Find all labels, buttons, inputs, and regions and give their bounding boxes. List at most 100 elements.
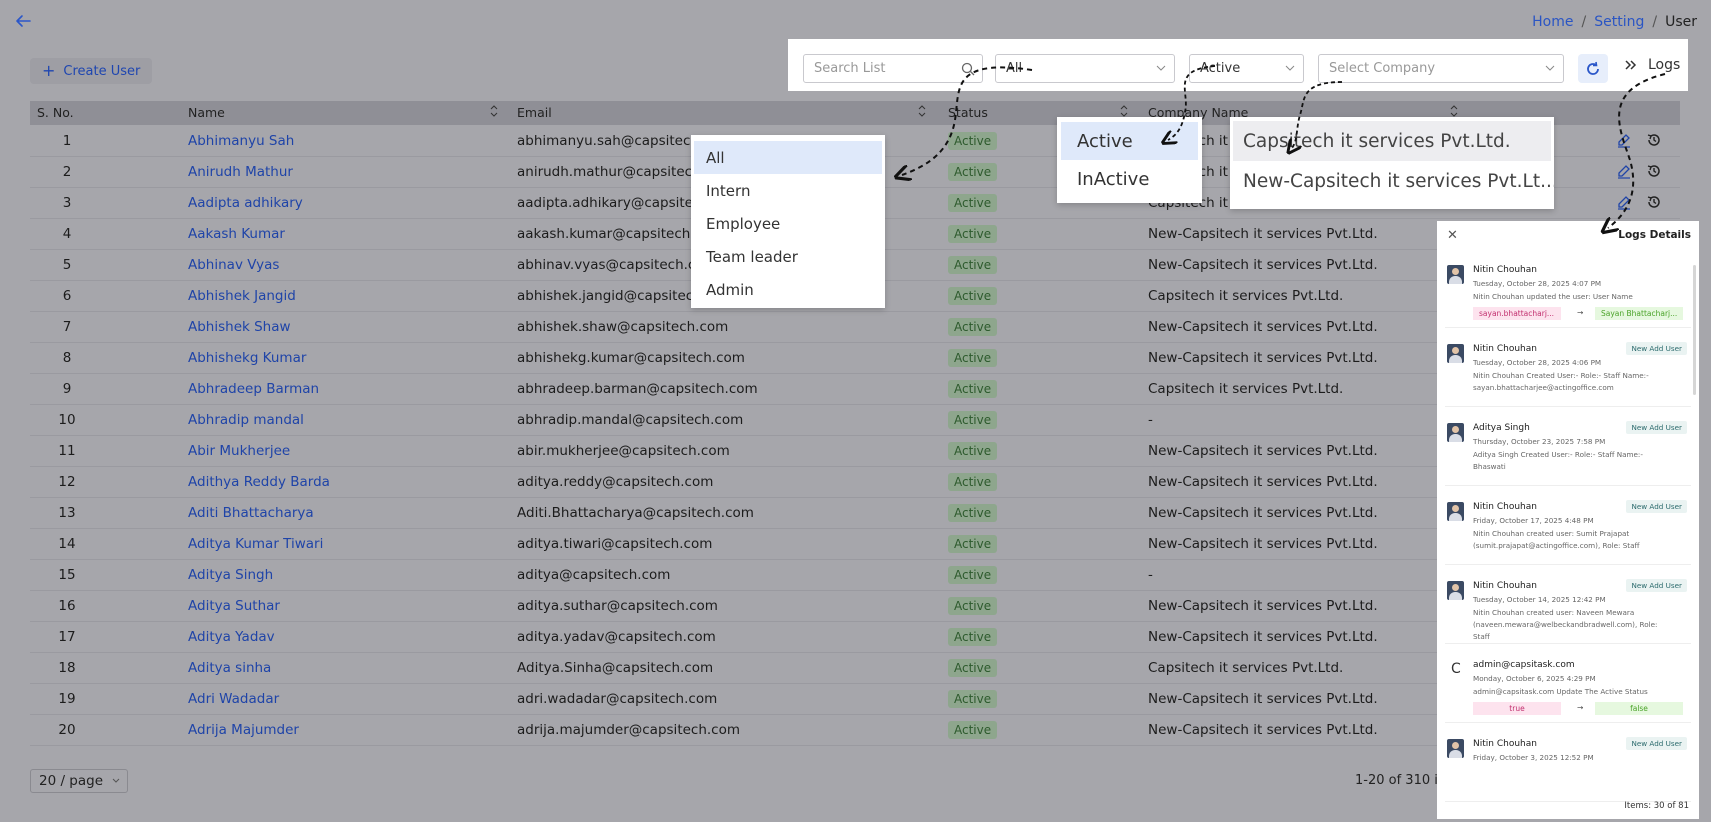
breadcrumb-setting[interactable]: Setting xyxy=(1594,14,1644,30)
refresh-button[interactable] xyxy=(1578,54,1608,83)
row-company: Capsitech it services Pvt.Ltd. xyxy=(1148,381,1344,397)
status-badge: Active xyxy=(948,132,998,150)
sort-icon[interactable] xyxy=(1450,104,1458,118)
logs-button[interactable]: Logs xyxy=(1624,57,1680,73)
history-icon[interactable] xyxy=(1646,132,1662,148)
row-name-link[interactable]: Abhishekg Kumar xyxy=(188,350,306,366)
row-name-link[interactable]: Aditya Suthar xyxy=(188,598,280,614)
page-size-value: 20 / page xyxy=(39,773,104,789)
company-dropdown: Capsitech it services Pvt.Ltd. New-Capsit… xyxy=(1230,117,1554,209)
scrollbar[interactable] xyxy=(1693,265,1696,395)
log-user-name: Nitin Chouhan xyxy=(1473,502,1537,512)
row-name-link[interactable]: Aditya sinha xyxy=(188,660,271,676)
close-icon[interactable]: ✕ xyxy=(1447,228,1458,243)
status-filter-select[interactable]: Active xyxy=(1189,54,1304,83)
row-sno: 1 xyxy=(62,133,72,149)
status-badge: Active xyxy=(948,411,998,429)
status-option[interactable]: InActive xyxy=(1057,160,1202,198)
history-icon[interactable] xyxy=(1646,163,1662,179)
create-user-label: Create User xyxy=(63,63,141,79)
row-name-link[interactable]: Abir Mukherjee xyxy=(188,443,290,459)
row-name-link[interactable]: Anirudh Mathur xyxy=(188,164,293,180)
log-change: true → false xyxy=(1473,702,1683,715)
sort-icon[interactable] xyxy=(1120,104,1128,118)
row-sno: 19 xyxy=(58,691,76,707)
row-name-link[interactable]: Abhradip mandal xyxy=(188,412,304,428)
role-option[interactable]: Intern xyxy=(691,174,885,207)
history-icon[interactable] xyxy=(1646,194,1662,210)
avatar xyxy=(1447,502,1464,521)
row-company: Capsitech it services Pvt.Ltd. xyxy=(1148,288,1344,304)
row-company: - xyxy=(1148,412,1153,428)
header-name[interactable]: Name xyxy=(188,105,225,120)
log-entry: Nitin Chouhan Tuesday, October 14, 2025 … xyxy=(1445,565,1691,644)
row-name-link[interactable]: Abhradeep Barman xyxy=(188,381,319,397)
row-email: aditya.tiwari@capsitech.com xyxy=(517,536,713,552)
row-name-link[interactable]: Adrija Majumder xyxy=(188,722,299,738)
status-badge: Active xyxy=(948,535,998,553)
log-timestamp: Tuesday, October 14, 2025 12:42 PM xyxy=(1473,595,1606,604)
row-sno: 6 xyxy=(62,288,72,304)
edit-icon[interactable] xyxy=(1616,163,1632,179)
row-actions xyxy=(1616,132,1662,148)
table-row: 16 Aditya Suthar aditya.suthar@capsitech… xyxy=(30,591,1680,622)
row-actions xyxy=(1616,163,1662,179)
company-option[interactable]: Capsitech it services Pvt.Ltd. xyxy=(1233,121,1551,161)
table-row: 15 Aditya Singh aditya@capsitech.com Act… xyxy=(30,560,1680,591)
row-name-link[interactable]: Abhinav Vyas xyxy=(188,257,279,273)
log-type-badge: New Add User xyxy=(1626,579,1687,592)
log-new-value: Sayan Bhattacharj... xyxy=(1595,307,1683,320)
page-size-select[interactable]: 20 / page xyxy=(30,769,128,793)
role-filter-select[interactable]: All xyxy=(995,54,1175,83)
row-company: - xyxy=(1148,567,1153,583)
log-user-name: Nitin Chouhan xyxy=(1473,581,1537,591)
row-name-link[interactable]: Aditya Yadav xyxy=(188,629,275,645)
status-option[interactable]: Active xyxy=(1061,122,1198,160)
log-type-badge: New Add User xyxy=(1626,342,1687,355)
row-name-link[interactable]: Abhishek Jangid xyxy=(188,288,296,304)
row-email: abhradip.mandal@capsitech.com xyxy=(517,412,744,428)
role-option[interactable]: Team leader xyxy=(691,240,885,273)
breadcrumb: Home / Setting / User xyxy=(1532,14,1697,30)
role-option[interactable]: All xyxy=(694,141,882,174)
row-name-link[interactable]: Aditya Kumar Tiwari xyxy=(188,536,323,552)
sort-icon[interactable] xyxy=(918,104,926,118)
row-name-link[interactable]: Aditi Bhattacharya xyxy=(188,505,314,521)
row-name-link[interactable]: Aakash Kumar xyxy=(188,226,285,242)
table-row: 19 Adri Wadadar adri.wadadar@capsitech.c… xyxy=(30,684,1680,715)
search-input[interactable]: Search List xyxy=(803,54,983,83)
back-arrow-icon[interactable] xyxy=(12,10,34,32)
status-badge: Active xyxy=(948,287,998,305)
sort-icon[interactable] xyxy=(490,104,498,118)
breadcrumb-home[interactable]: Home xyxy=(1532,14,1573,30)
role-option[interactable]: Employee xyxy=(691,207,885,240)
header-status[interactable]: Status xyxy=(948,105,988,120)
header-sno: S. No. xyxy=(37,105,74,120)
log-entry: Nitin Chouhan Friday, October 17, 2025 4… xyxy=(1445,486,1691,565)
status-badge: Active xyxy=(948,194,998,212)
role-option[interactable]: Admin xyxy=(691,273,885,306)
row-name-link[interactable]: Abhimanyu Sah xyxy=(188,133,294,149)
company-option[interactable]: New-Capsitech it services Pvt.Lt... xyxy=(1230,161,1554,201)
row-name-link[interactable]: Adri Wadadar xyxy=(188,691,279,707)
avatar xyxy=(1447,344,1464,363)
status-badge: Active xyxy=(948,442,998,460)
row-name-link[interactable]: Aadipta adhikary xyxy=(188,195,303,211)
search-icon[interactable] xyxy=(961,62,975,76)
logs-label: Logs xyxy=(1648,57,1681,73)
edit-icon[interactable] xyxy=(1616,194,1632,210)
company-filter-select[interactable]: Select Company xyxy=(1318,54,1564,83)
create-user-button[interactable]: + Create User xyxy=(30,58,152,84)
logs-count: Items: 30 of 81 xyxy=(1624,801,1689,811)
header-email[interactable]: Email xyxy=(517,105,552,120)
row-name-link[interactable]: Adithya Reddy Barda xyxy=(188,474,330,490)
row-name-link[interactable]: Abhishek Shaw xyxy=(188,319,291,335)
breadcrumb-separator: / xyxy=(1652,14,1658,30)
row-email: adri.wadadar@capsitech.com xyxy=(517,691,718,707)
loader-icon: C xyxy=(1451,661,1461,677)
row-company: New-Capsitech it services Pvt.Ltd. xyxy=(1148,319,1378,335)
row-name-link[interactable]: Aditya Singh xyxy=(188,567,273,583)
row-sno: 14 xyxy=(58,536,76,552)
refresh-icon xyxy=(1587,61,1599,75)
edit-icon[interactable] xyxy=(1616,132,1632,148)
